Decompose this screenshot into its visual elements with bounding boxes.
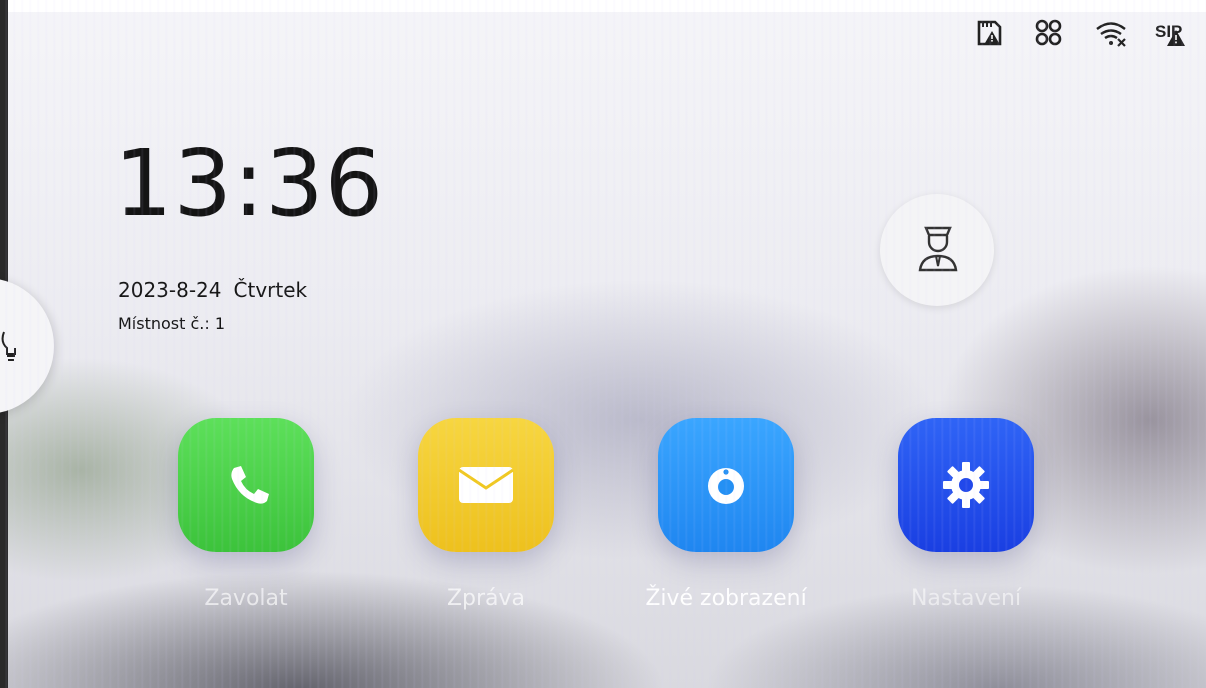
call-label: Zavolat (204, 586, 288, 611)
app-message[interactable]: Zpráva (416, 418, 556, 611)
app-live-view[interactable]: Živé zobrazení (645, 418, 807, 611)
bezel-top (0, 0, 1206, 12)
sd-card-alert-icon[interactable] (972, 16, 1006, 50)
network-icon[interactable] (1032, 16, 1066, 50)
phone-icon (231, 466, 269, 504)
camera-icon (708, 468, 744, 504)
call-app-tile[interactable] (178, 418, 314, 552)
live-view-app-tile[interactable] (658, 418, 794, 552)
weekday-value: Čtvrtek (233, 278, 308, 302)
status-bar: SIP (968, 16, 1200, 50)
message-app-tile[interactable] (418, 418, 554, 552)
envelope-icon (458, 467, 514, 503)
settings-label: Nastavení (910, 586, 1022, 611)
date-line: 2023-8-24 Čtvrtek (118, 278, 307, 302)
home-screen: SIP 13:36 2023-8-24 Čtvrtek Místnost č.: … (0, 0, 1206, 688)
side-panel-handle[interactable] (0, 278, 54, 414)
app-settings[interactable]: Nastavení (896, 418, 1036, 611)
guard-icon (918, 226, 958, 272)
message-label: Zpráva (446, 586, 526, 611)
live-view-label: Živé zobrazení (645, 586, 807, 611)
wifi-off-icon[interactable] (1094, 16, 1128, 50)
date-value: 2023-8-24 (118, 278, 222, 302)
gear-icon (943, 462, 989, 508)
clock-time: 13:36 (114, 130, 385, 237)
sip-alert-icon[interactable]: SIP (1154, 16, 1188, 50)
app-call[interactable]: Zavolat (176, 418, 316, 611)
bulb-icon (1, 331, 16, 361)
settings-app-tile[interactable] (898, 418, 1034, 552)
guard-call-button[interactable] (880, 194, 994, 306)
room-number: Místnost č.: 1 (118, 314, 226, 333)
